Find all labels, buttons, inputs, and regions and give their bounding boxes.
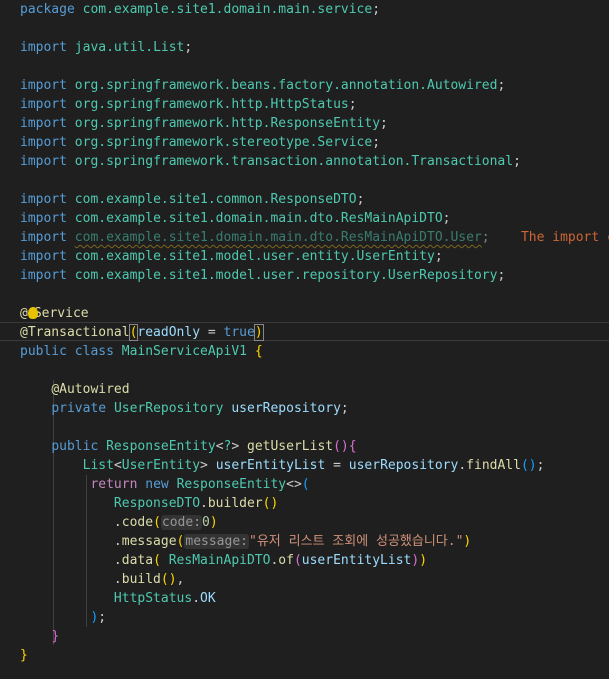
code-line-build[interactable]: .build(), <box>20 570 184 589</box>
lightbulb-icon[interactable] <box>27 307 38 319</box>
parameter-hint: code: <box>160 515 203 530</box>
code-line-import[interactable]: import org.springframework.stereotype.Se… <box>20 133 380 152</box>
parameter-hint: message: <box>184 534 249 549</box>
code-line-class-declaration[interactable]: public class MainServiceApiV1 { <box>20 342 263 361</box>
code-line-import[interactable]: import com.example.site1.model.user.enti… <box>20 247 443 266</box>
code-line-builder[interactable]: ResponseDTO.builder() <box>20 494 278 513</box>
code-line-import[interactable]: import java.util.List; <box>20 38 192 57</box>
code-line-data[interactable]: .data( ResMainApiDTO.of(userEntityList)) <box>20 551 427 570</box>
code-line-import[interactable]: import org.springframework.beans.factory… <box>20 76 505 95</box>
code-line-repository-field[interactable]: private UserRepository userRepository; <box>20 399 348 418</box>
code-line-find-all[interactable]: List<UserEntity> userEntityList = userRe… <box>20 456 545 475</box>
code-line-http-status[interactable]: HttpStatus.OK <box>20 589 216 608</box>
code-line-import[interactable]: import com.example.site1.common.Response… <box>20 190 364 209</box>
unused-import-warning: The import co <box>520 230 609 245</box>
code-line-close-class[interactable]: } <box>20 646 28 665</box>
code-line-import[interactable]: import com.example.site1.domain.main.dto… <box>20 209 450 228</box>
code-line-service-annotation[interactable]: @ Service <box>20 304 89 323</box>
code-line-close-paren[interactable]: ); <box>20 608 106 627</box>
code-line-autowired[interactable]: @Autowired <box>20 380 129 399</box>
code-line-return[interactable]: return new ResponseEntity<>( <box>20 475 309 494</box>
code-line-close-method[interactable]: } <box>20 627 59 646</box>
code-line-import[interactable]: import com.example.site1.model.user.repo… <box>20 266 505 285</box>
code-line-code[interactable]: .code(code:0) <box>20 513 218 532</box>
code-line-method-declaration[interactable]: public ResponseEntity<?> getUserList(){ <box>20 437 356 456</box>
code-line-import[interactable]: import org.springframework.http.HttpStat… <box>20 95 357 114</box>
code-line-transactional[interactable]: @Transactional(readOnly = true) <box>20 323 264 342</box>
code-editor[interactable]: package com.example.site1.domain.main.se… <box>0 0 609 679</box>
code-line-message[interactable]: .message(message:"유저 리스트 조회에 성공했습니다.") <box>20 532 471 551</box>
unused-import[interactable]: com.example.site1.domain.main.dto.ResMai… <box>75 230 482 245</box>
code-line-import[interactable]: import org.springframework.transaction.a… <box>20 152 521 171</box>
code-line-package[interactable]: package com.example.site1.domain.main.se… <box>20 0 380 19</box>
code-line-import[interactable]: import org.springframework.http.Response… <box>20 114 388 133</box>
code-line-import-unused[interactable]: import com.example.site1.domain.main.dto… <box>20 228 609 247</box>
